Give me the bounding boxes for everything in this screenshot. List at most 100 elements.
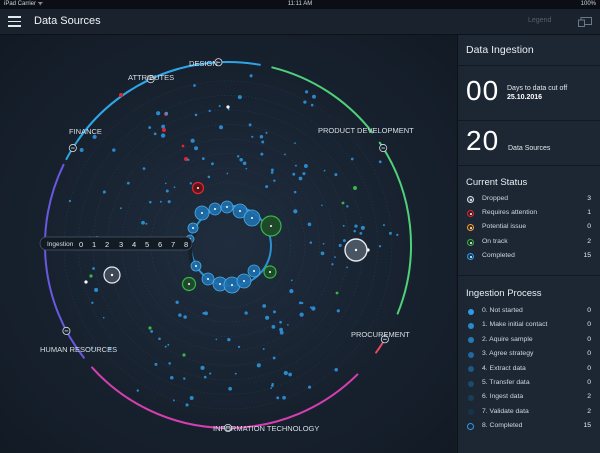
data-source-dot bbox=[84, 280, 88, 284]
data-source-dot bbox=[271, 382, 274, 386]
process-row-4[interactable]: 4. Extract data 0 bbox=[458, 363, 600, 377]
data-source-dot bbox=[168, 362, 171, 365]
status-label: On track bbox=[482, 237, 508, 245]
screen-mirror-icon[interactable] bbox=[578, 17, 592, 27]
ingestion-process-title: Ingestion Process bbox=[466, 288, 542, 299]
node-center-dot bbox=[243, 280, 245, 282]
node-center-dot bbox=[214, 208, 216, 210]
data-source-dot bbox=[173, 186, 176, 189]
process-row-8[interactable]: 8. Completed 15 bbox=[458, 420, 600, 434]
ingestion-step-5: 5 bbox=[145, 240, 150, 249]
process-step-icon bbox=[468, 409, 474, 416]
process-step-label: 5. Transfer data bbox=[482, 379, 530, 386]
data-source-dot bbox=[189, 395, 194, 400]
data-source-dot bbox=[239, 158, 243, 162]
data-source-dot bbox=[276, 396, 280, 400]
data-source-dot bbox=[142, 167, 146, 170]
status-count: 0 bbox=[587, 223, 591, 231]
process-step-icon bbox=[468, 351, 474, 358]
ingestion-step-8: 8 bbox=[184, 240, 189, 249]
data-source-dot bbox=[311, 306, 316, 311]
data-source-dot bbox=[126, 181, 130, 185]
node-center-dot bbox=[207, 278, 209, 280]
status-row-potential-issue[interactable]: Potential issue 0 bbox=[458, 221, 600, 235]
node-center-dot bbox=[354, 248, 358, 252]
data-source-dot bbox=[226, 172, 229, 175]
data-source-dot bbox=[272, 356, 276, 360]
data-source-dot bbox=[189, 182, 193, 185]
process-row-6[interactable]: 6. Ingest data 2 bbox=[458, 391, 600, 405]
data-source-dot bbox=[273, 179, 276, 182]
data-source-dot bbox=[342, 239, 346, 243]
data-source-dot bbox=[211, 162, 214, 166]
data-source-dot bbox=[265, 131, 268, 134]
process-step-count: 15 bbox=[583, 422, 591, 430]
segment-arc-finance bbox=[71, 88, 133, 150]
data-source-dot bbox=[265, 185, 269, 189]
potential-issue-icon bbox=[467, 224, 474, 232]
data-source-dot bbox=[279, 330, 284, 335]
data-source-dot bbox=[190, 138, 195, 143]
segment-arc-product-development-upper bbox=[271, 66, 374, 134]
process-row-1[interactable]: 1. Make initial contact 0 bbox=[458, 319, 600, 333]
data-source-dot bbox=[119, 207, 122, 210]
data-source-dot bbox=[251, 135, 254, 138]
segment-label-design: DESIGN bbox=[189, 59, 218, 68]
status-row-completed[interactable]: Completed 15 bbox=[458, 250, 600, 264]
data-source-dot bbox=[312, 94, 316, 99]
data-source-dot bbox=[244, 311, 248, 315]
node-center-dot bbox=[219, 283, 221, 285]
data-source-dot bbox=[346, 205, 349, 208]
data-source-dot bbox=[302, 172, 306, 176]
status-row-dropped[interactable]: Dropped 3 bbox=[458, 193, 600, 207]
status-row-on-track[interactable]: On track 2 bbox=[458, 236, 600, 250]
hamburger-menu-icon[interactable] bbox=[8, 16, 21, 27]
process-step-count: 0 bbox=[587, 335, 591, 343]
data-source-dot bbox=[353, 229, 356, 233]
data-source-dot bbox=[265, 315, 270, 320]
process-row-7[interactable]: 7. Validate data 2 bbox=[458, 406, 600, 420]
data-source-dot bbox=[396, 233, 399, 237]
data-source-dot bbox=[160, 133, 166, 138]
cutoff-date: 25.10.2016 bbox=[507, 94, 543, 101]
process-row-2[interactable]: 2. Aquire sample 0 bbox=[458, 334, 600, 348]
node-center-dot bbox=[251, 217, 253, 219]
status-label: Potential issue bbox=[482, 223, 527, 231]
data-source-dot bbox=[158, 337, 161, 341]
data-source-dot bbox=[79, 148, 84, 153]
process-row-0[interactable]: 0. Not started 0 bbox=[458, 305, 600, 319]
data-source-dot bbox=[175, 300, 179, 304]
data-source-dot bbox=[154, 362, 158, 366]
status-label: Dropped bbox=[482, 195, 509, 202]
status-row-requires-attention[interactable]: Requires attention 1 bbox=[458, 207, 600, 221]
process-row-3[interactable]: 3. Agree strategy 0 bbox=[458, 348, 600, 362]
data-source-dot bbox=[293, 190, 297, 194]
data-source-dot bbox=[68, 199, 72, 203]
segment-label-human-resources: HUMAN RESOURCES bbox=[40, 345, 118, 354]
data-source-dot bbox=[236, 155, 240, 158]
data-source-dot bbox=[153, 132, 157, 136]
process-step-count: 2 bbox=[587, 407, 591, 415]
legend-button[interactable]: Legend bbox=[528, 17, 551, 24]
segment-label-information-technology: INFORMATION TECHNOLOGY bbox=[213, 424, 320, 433]
process-step-count: 0 bbox=[587, 350, 591, 358]
data-source-dot bbox=[338, 243, 342, 247]
data-source-dot bbox=[245, 167, 248, 170]
status-label: Requires attention bbox=[482, 209, 538, 217]
data-source-dot bbox=[290, 279, 293, 282]
data-source-dot bbox=[342, 224, 345, 227]
data-source-dot bbox=[360, 225, 365, 230]
data-source-dot bbox=[262, 304, 267, 308]
data-ingestion-panel: Data Ingestion 00 Days to data cut off 2… bbox=[457, 35, 600, 453]
data-source-dot bbox=[145, 222, 148, 225]
nav-bar: Data Sources Legend bbox=[0, 9, 600, 35]
data-source-dot bbox=[382, 224, 385, 227]
process-step-label: 7. Validate data bbox=[482, 407, 529, 415]
data-source-dot bbox=[148, 126, 152, 129]
data-source-dot bbox=[183, 377, 186, 380]
requires-attention-icon bbox=[467, 210, 474, 218]
process-row-5[interactable]: 5. Transfer data 0 bbox=[458, 377, 600, 391]
process-step-count: 0 bbox=[587, 307, 591, 314]
data-source-dot bbox=[262, 348, 265, 350]
segment-label-procurement: PROCUREMENT bbox=[351, 330, 410, 339]
